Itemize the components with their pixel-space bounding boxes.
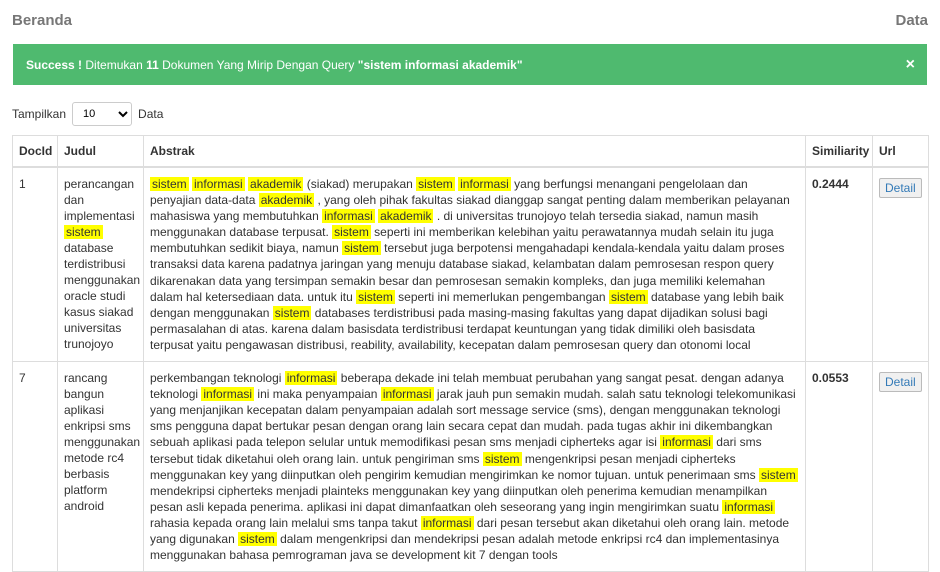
alert-text-mid: Dokumen Yang Mirip Dengan Query [158, 57, 358, 72]
keyword-highlight: informasi [458, 177, 511, 191]
column-header-url[interactable]: Url [872, 135, 929, 168]
column-header-similarity[interactable]: Similiarity [805, 135, 873, 168]
page-length-select[interactable]: 10 [72, 102, 133, 126]
keyword-highlight: akademik [378, 209, 434, 224]
cell-judul: rancang bangun aplikasi enkripsi sms men… [57, 361, 144, 572]
length-control: Tampilkan 10 Data [12, 102, 940, 126]
judul-text: perancangan dan implementasi [64, 177, 135, 223]
abstrak-text: seperti ini memerlukan pengembangan [394, 289, 609, 304]
keyword-highlight: sistem [356, 289, 395, 304]
keyword-highlight: sistem [238, 531, 277, 546]
keyword-highlight: informasi [660, 435, 713, 450]
results-table: DocId Judul Abstrak Similiarity Url 1 pe… [12, 135, 929, 572]
close-icon[interactable]: × [906, 56, 915, 74]
keyword-highlight: sistem [608, 289, 648, 304]
keyword-highlight: informasi [380, 387, 434, 402]
column-header-docid[interactable]: DocId [12, 135, 58, 168]
cell-docid: 1 [12, 166, 58, 363]
judul-text-post: database terdistribusi menggunakan oracl… [64, 241, 141, 351]
alert-text-pre: Ditemukan [82, 57, 147, 72]
keyword-highlight: informasi [322, 209, 375, 224]
keyword-highlight: akademik [258, 193, 315, 208]
keyword-highlight: sistem [272, 305, 312, 320]
column-header-abstrak[interactable]: Abstrak [143, 135, 806, 168]
cell-url: Detail [872, 166, 929, 363]
cell-judul: perancangan dan implementasi sistem data… [57, 166, 144, 363]
table-row: 1 perancangan dan implementasi sistem da… [12, 166, 929, 363]
alert-message: Success ! Ditemukan 11 Dokumen Yang Miri… [26, 58, 523, 72]
detail-button[interactable]: Detail [879, 178, 922, 198]
keyword-highlight: sistem [332, 225, 371, 240]
abstrak-text: rahasia kepada orang lain melalui sms ta… [150, 515, 421, 530]
keyword-highlight: informasi [192, 177, 245, 191]
cell-similarity: 0.0553 [805, 361, 873, 572]
top-bar: Beranda Data [0, 0, 940, 40]
abstrak-text: ini maka penyampaian [254, 387, 381, 402]
keyword-highlight: informasi [420, 515, 474, 530]
alert-count: 11 [146, 57, 159, 72]
cell-url: Detail [872, 361, 929, 572]
detail-button[interactable]: Detail [879, 372, 922, 393]
cell-docid: 7 [12, 361, 58, 572]
keyword-highlight: sistem [416, 177, 455, 191]
keyword-highlight: informasi [722, 499, 776, 514]
length-label-before: Tampilkan [12, 107, 67, 121]
abstrak-text: perkembangan teknologi [150, 371, 285, 386]
abstrak-text: mendekripsi cipherteks menjadi plainteks… [150, 483, 768, 514]
cell-abstrak: sistem informasi akademik (siakad) merup… [143, 166, 806, 363]
keyword-highlight: sistem [342, 241, 381, 256]
success-alert: Success ! Ditemukan 11 Dokumen Yang Miri… [13, 44, 927, 85]
judul-highlight: sistem [64, 225, 103, 239]
alert-strong: Success ! [26, 57, 83, 72]
section-label: Data [895, 11, 928, 29]
abstrak-text: (siakad) merupakan [303, 177, 417, 191]
judul-text: rancang bangun aplikasi enkripsi sms men… [64, 371, 141, 514]
length-label-after: Data [138, 107, 164, 121]
alert-query: "sistem informasi akademik" [357, 57, 523, 72]
page-title: Beranda [12, 11, 73, 29]
table-row: 7 rancang bangun aplikasi enkripsi sms m… [12, 361, 929, 572]
keyword-highlight: akademik [248, 177, 304, 191]
keyword-highlight: sistem [482, 451, 522, 466]
column-header-judul[interactable]: Judul [57, 135, 144, 168]
table-header-row: DocId Judul Abstrak Similiarity Url [12, 135, 929, 168]
keyword-highlight: sistem [150, 177, 189, 191]
cell-abstrak: perkembangan teknologi informasi beberap… [143, 361, 806, 572]
keyword-highlight: informasi [284, 371, 338, 386]
keyword-highlight: sistem [759, 467, 798, 482]
cell-similarity: 0.2444 [805, 166, 873, 363]
keyword-highlight: informasi [201, 387, 255, 402]
